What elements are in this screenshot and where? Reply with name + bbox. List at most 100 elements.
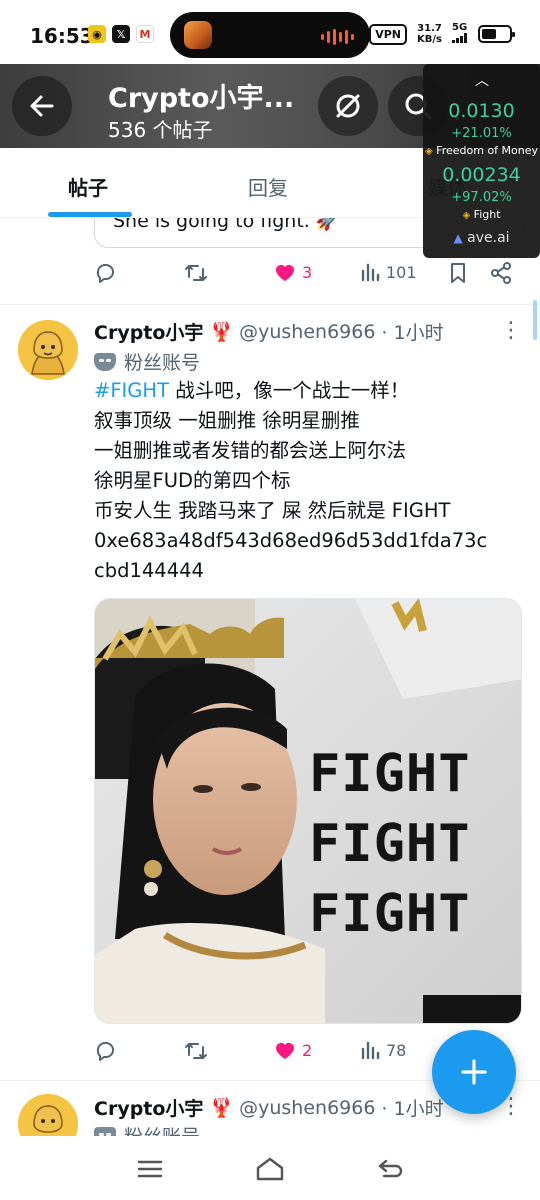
scrollbar-thumb[interactable] bbox=[533, 300, 537, 340]
arrow-left-icon bbox=[30, 95, 54, 117]
author-handle[interactable]: @yushen6966 bbox=[239, 321, 375, 343]
tab-replies[interactable]: 回复 bbox=[248, 172, 288, 201]
avatar-cartoon-icon bbox=[18, 1094, 78, 1136]
vpn-badge: VPN bbox=[369, 23, 408, 45]
post-line-5: 币安人生 我踏马来了 屎 然后就是 FIGHT bbox=[94, 499, 451, 522]
network-type: 5G bbox=[452, 22, 468, 33]
grok-button[interactable] bbox=[318, 76, 378, 136]
view-count: 78 bbox=[386, 1040, 407, 1060]
widget-brand: ▲ ave.ai bbox=[423, 230, 540, 246]
x-icon: 𝕏 bbox=[112, 25, 130, 43]
collapse-caret-icon[interactable]: ︿ bbox=[475, 70, 489, 90]
post-line-3: 一姐删推或者发错的都会送上阿尔法 bbox=[94, 439, 407, 462]
post-author-row: Crypto小宇 🦞 @yushen6966 · 1小时 bbox=[94, 1094, 444, 1121]
signal-bars-icon bbox=[452, 33, 467, 43]
account-label: 粉丝账号 bbox=[124, 1122, 200, 1136]
avatar[interactable] bbox=[18, 1094, 78, 1136]
post-media-image[interactable]: FIGHT FIGHT FIGHT bbox=[94, 598, 522, 1024]
author-name[interactable]: Crypto小宇 bbox=[94, 1094, 203, 1121]
views-button[interactable]: 78 bbox=[360, 1040, 406, 1060]
post-line-4: 徐明星FUD的第四个标 bbox=[94, 469, 291, 492]
quoted-post-sentence: She is going to fight. bbox=[113, 218, 310, 232]
views-chart-icon bbox=[361, 263, 380, 282]
token1-name-row: ◈ Freedom of Money bbox=[423, 144, 540, 157]
price-widget[interactable]: ︿ 0.0130 +21.01% ◈ Freedom of Money 0.00… bbox=[423, 64, 540, 258]
quoted-post-text: She is going to fight. 🚀 bbox=[113, 218, 340, 232]
author-name[interactable]: Crypto小宇 bbox=[94, 318, 203, 345]
view-count: 101 bbox=[386, 262, 417, 282]
bookmark-button[interactable] bbox=[448, 262, 468, 284]
diamond-icon: ◈ bbox=[424, 146, 433, 157]
bookmark-icon bbox=[451, 263, 465, 283]
token2-name-row: ◈ Fight bbox=[423, 208, 540, 221]
post-divider bbox=[0, 304, 540, 305]
post-line-7: cbd144444 bbox=[94, 559, 204, 582]
reply-button[interactable] bbox=[94, 1040, 116, 1062]
status-bar: 16:53 ◉ 𝕏 M VPN 31.7 KB/s 5G bbox=[0, 0, 540, 66]
post-line-1-rest: 战斗吧，像一个战士一样！ bbox=[169, 379, 410, 402]
repost-button[interactable] bbox=[184, 262, 208, 284]
token2-change: +97.02% bbox=[451, 190, 512, 205]
media-caption: FIGHT FIGHT FIGHT bbox=[309, 739, 471, 949]
author-handle[interactable]: @yushen6966 bbox=[239, 1097, 375, 1119]
bitget-icon: ◉ bbox=[88, 25, 106, 43]
compose-post-button[interactable] bbox=[432, 1030, 516, 1114]
battery-fill bbox=[482, 29, 496, 39]
views-chart-icon bbox=[361, 1041, 380, 1060]
status-app-icons: ◉ 𝕏 M bbox=[88, 25, 154, 43]
media-caption-line-2: FIGHT bbox=[309, 814, 471, 874]
account-label-row: 粉丝账号 bbox=[94, 1122, 200, 1136]
previous-post-actions: 3 101 bbox=[94, 262, 518, 292]
home-button[interactable] bbox=[250, 1154, 290, 1184]
views-button[interactable]: 101 bbox=[360, 262, 417, 282]
lobster-emoji: 🦞 bbox=[209, 1097, 234, 1119]
back-button[interactable] bbox=[12, 76, 72, 136]
page-title: Crypto小宇... bbox=[108, 83, 295, 114]
repost-icon bbox=[185, 264, 207, 282]
like-count: 2 bbox=[302, 1040, 313, 1060]
account-label-row: 粉丝账号 bbox=[94, 348, 200, 375]
post-line-1: #FIGHT 战斗吧，像一个战士一样！ bbox=[94, 376, 524, 406]
post-line-2: 叙事顶级 一姐删推 徐明星删推 bbox=[94, 409, 360, 432]
menu-lines-icon bbox=[137, 1160, 163, 1178]
ave-logo-icon: ▲ bbox=[453, 231, 463, 245]
post-time: · 1小时 bbox=[381, 322, 444, 344]
grok-icon bbox=[336, 94, 360, 118]
share-icon bbox=[491, 262, 511, 284]
share-button[interactable] bbox=[490, 262, 512, 284]
plus-icon bbox=[461, 1059, 487, 1085]
avatar[interactable] bbox=[18, 320, 78, 380]
dynamic-island[interactable] bbox=[170, 12, 370, 58]
heart-filled-icon bbox=[276, 265, 294, 281]
like-button[interactable]: 3 bbox=[274, 262, 312, 282]
like-count: 3 bbox=[302, 262, 313, 282]
token2-price: 0.00234 bbox=[442, 164, 521, 186]
more-options-button[interactable]: ⋮ bbox=[500, 318, 522, 343]
token1-name: Freedom of Money bbox=[436, 144, 539, 157]
now-playing-artwork bbox=[184, 21, 212, 49]
tab-posts[interactable]: 帖子 bbox=[68, 172, 108, 201]
system-nav-bar bbox=[0, 1136, 540, 1200]
rocket-emoji: 🚀 bbox=[315, 218, 340, 232]
recent-apps-button[interactable] bbox=[130, 1154, 170, 1184]
token2-name: Fight bbox=[473, 208, 501, 221]
post-line-6: 0xe683a48df543d68ed96d53dd1fda73c bbox=[94, 529, 488, 552]
system-back-button[interactable] bbox=[370, 1154, 410, 1184]
account-label: 粉丝账号 bbox=[124, 352, 201, 374]
like-button[interactable]: 2 bbox=[274, 1040, 312, 1060]
media-caption-line-3: FIGHT bbox=[309, 884, 471, 944]
reply-button[interactable] bbox=[94, 262, 116, 284]
hashtag-link[interactable]: #FIGHT bbox=[94, 379, 169, 402]
heart-filled-icon bbox=[276, 1043, 294, 1059]
reply-icon bbox=[96, 264, 114, 283]
status-time: 16:53 bbox=[30, 24, 94, 48]
token1-change: +21.01% bbox=[451, 126, 512, 141]
post-author-row: Crypto小宇 🦞 @yushen6966 · 1小时 bbox=[94, 318, 444, 345]
diamond-icon: ◈ bbox=[462, 210, 471, 221]
widget-brand-text: ave.ai bbox=[467, 230, 510, 246]
repost-button[interactable] bbox=[184, 1040, 208, 1062]
network-speed-unit: KB/s bbox=[417, 34, 442, 45]
media-caption-line-1: FIGHT bbox=[309, 744, 471, 804]
repost-icon bbox=[185, 1042, 207, 1060]
mask-icon bbox=[94, 352, 116, 371]
